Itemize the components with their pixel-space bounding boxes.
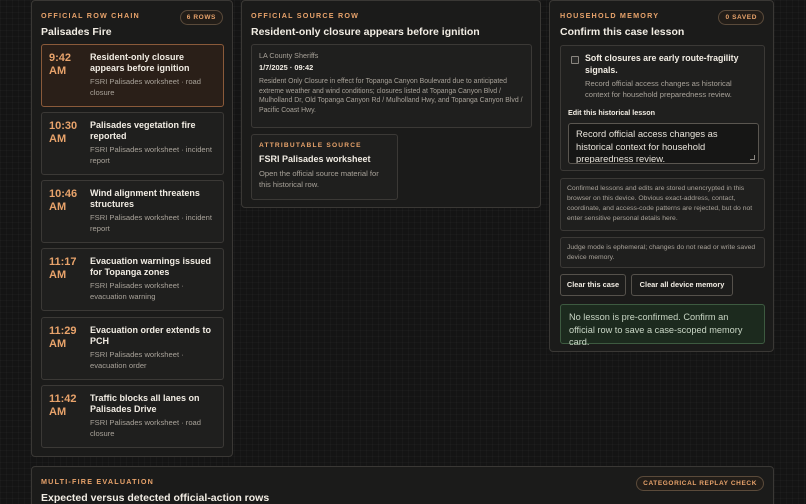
memory-title: Confirm this case lesson <box>560 26 685 38</box>
chain-row-time: 11:17 AM <box>49 256 77 281</box>
chain-row-title: Palisades vegetation fire reported <box>90 120 196 141</box>
chain-row[interactable]: 11:42 AM Traffic blocks all lanes on Pal… <box>41 385 224 448</box>
chain-row-sub: FSRI Palisades worksheet · road closure <box>90 77 201 97</box>
chain-row-title: Evacuation warnings issued for Topanga z… <box>90 256 212 277</box>
chain-row-sub: FSRI Palisades worksheet · road closure <box>90 418 201 438</box>
textarea-resize-handle[interactable] <box>750 155 755 160</box>
chain-row-time: 10:30 AM <box>49 120 78 145</box>
clear-all-memory-button[interactable]: Clear all device memory <box>631 274 733 296</box>
saved-count-badge: 0 saved <box>718 10 764 25</box>
source-date: 1/7/2025 · 09:42 <box>259 63 314 72</box>
attributable-source-card[interactable]: Attributable source FSRI Palisades works… <box>251 134 398 200</box>
row-count-badge: 6 rows <box>179 10 223 25</box>
lesson-card: Soft closures are early route-fragility … <box>560 45 765 171</box>
household-memory-panel: Household memory Confirm this case lesso… <box>549 0 774 352</box>
source-eyebrow: Official source row <box>251 11 360 20</box>
lesson-title: Soft closures are early route-fragility … <box>585 53 739 75</box>
chain-row-sub: FSRI Palisades worksheet · incident repo… <box>90 213 212 233</box>
chain-row-sub: FSRI Palisades worksheet · evacuation wa… <box>90 281 184 301</box>
chain-row-title: Resident-only closure appears before ign… <box>90 52 190 73</box>
attr-eyebrow: Attributable source <box>259 142 362 149</box>
chain-row-time: 11:29 AM <box>49 325 77 350</box>
clear-case-button[interactable]: Clear this case <box>560 274 626 296</box>
evaluation-eyebrow: Multi-fire evaluation <box>41 477 155 486</box>
chain-row-title: Traffic blocks all lanes on Palisades Dr… <box>90 393 200 414</box>
multi-fire-evaluation-panel: Multi-fire evaluation Expected versus de… <box>31 466 774 504</box>
judge-mode-note: Judge mode is ephemeral; changes do not … <box>560 237 765 268</box>
memory-status-message: No lesson is pre-confirmed. Confirm an o… <box>560 304 765 347</box>
attr-text: Open the official source material for th… <box>259 169 379 189</box>
chain-eyebrow: Official row chain <box>41 11 140 20</box>
source-title: Resident-only closure appears before ign… <box>251 26 480 38</box>
lesson-edit-textarea[interactable]: Record official access changes as histor… <box>568 123 759 164</box>
chain-row[interactable]: 11:29 AM Evacuation order extends to PCH… <box>41 317 224 380</box>
chain-row[interactable]: 11:17 AM Evacuation warnings issued for … <box>41 248 224 311</box>
chain-title: Palisades Fire <box>41 26 112 38</box>
chain-row-sub: FSRI Palisades worksheet · evacuation or… <box>90 350 184 370</box>
privacy-note: Confirmed lessons and edits are stored u… <box>560 178 765 231</box>
attr-title[interactable]: FSRI Palisades worksheet <box>259 154 390 164</box>
chain-row-title: Evacuation order extends to PCH <box>90 325 212 346</box>
chain-row[interactable]: 9:42 AM Resident-only closure appears be… <box>41 44 224 107</box>
source-record-card: LA County Sheriffs 1/7/2025 · 09:42 Resi… <box>251 44 532 128</box>
row-chain-panel: Official row chain Palisades Fire 6 rows… <box>31 0 233 457</box>
memory-eyebrow: Household memory <box>560 11 660 20</box>
lesson-sub: Record official access changes as histor… <box>585 79 732 99</box>
chain-row[interactable]: 10:30 AM Palisades vegetation fire repor… <box>41 112 224 175</box>
chain-row-time: 10:46 AM <box>49 188 78 213</box>
chain-row-sub: FSRI Palisades worksheet · incident repo… <box>90 145 212 165</box>
source-row-panel: Official source row Resident-only closur… <box>241 0 541 208</box>
source-text: Resident Only Closure in effect for Topa… <box>259 78 523 114</box>
edit-lesson-label: Edit this historical lesson <box>568 108 656 117</box>
chain-row-time: 11:42 AM <box>49 393 77 418</box>
evaluation-title: Expected versus detected official-action… <box>41 492 270 504</box>
chain-row-time: 9:42 AM <box>49 52 72 77</box>
chain-row-title: Wind alignment threatens structures <box>90 188 200 209</box>
replay-check-badge: Categorical replay check <box>636 476 764 491</box>
chain-row[interactable]: 10:46 AM Wind alignment threatens struct… <box>41 180 224 243</box>
lesson-checkbox[interactable] <box>571 56 579 64</box>
source-org: LA County Sheriffs <box>259 51 319 60</box>
